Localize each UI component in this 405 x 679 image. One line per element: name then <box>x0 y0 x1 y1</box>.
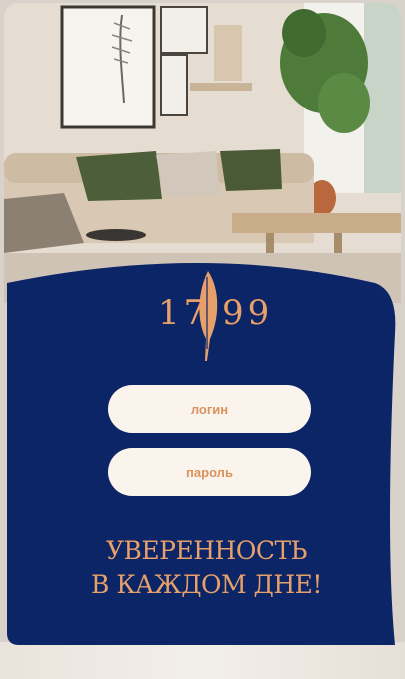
login-input[interactable] <box>108 385 311 433</box>
app-window: 17 99 УВЕРЕННОСТЬ В КАЖДОМ ДНЕ! <box>4 3 401 676</box>
logo-digits-right: 99 <box>222 293 274 333</box>
slogan-line-2: В КАЖДОМ ДНЕ! <box>91 570 322 599</box>
password-input[interactable] <box>108 448 311 496</box>
feather-icon <box>199 271 218 361</box>
slogan-line-1: УВЕРЕННОСТЬ <box>105 536 308 565</box>
brand-logo: 17 99 <box>154 269 269 363</box>
